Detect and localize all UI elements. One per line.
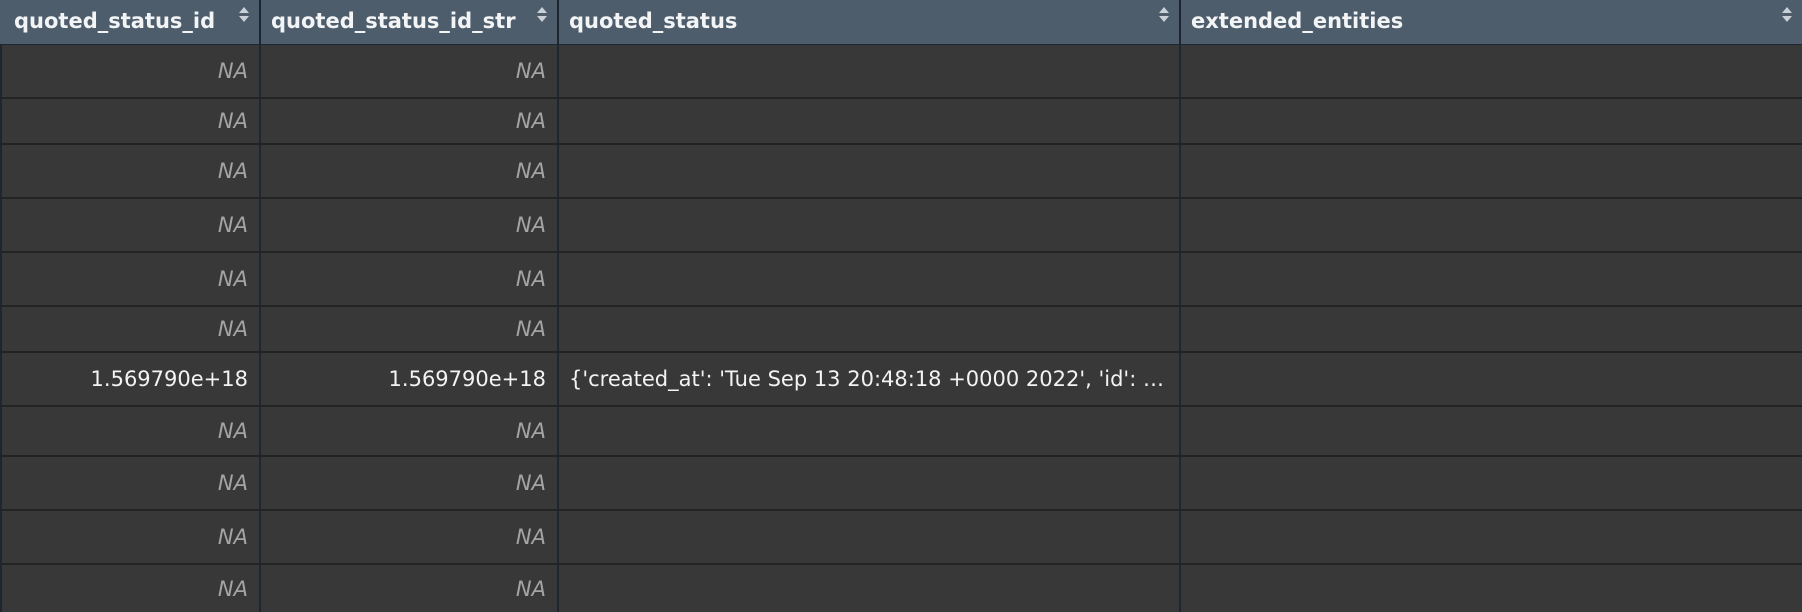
cell-quoted-status-id: NA	[0, 253, 259, 305]
cell-quoted-status-id-str: NA	[259, 253, 557, 305]
cell-quoted-status-id-str: NA	[259, 407, 557, 455]
cell-quoted-status-id-str: NA	[259, 45, 557, 97]
cell-quoted-status-id: NA	[0, 199, 259, 251]
cell-extended-entities	[1179, 511, 1802, 563]
column-header-label: quoted_status	[569, 9, 738, 33]
cell-extended-entities	[1179, 145, 1802, 197]
column-header-label: quoted_status_id_str	[271, 9, 516, 33]
cell-quoted-status-id-str: NA	[259, 457, 557, 509]
sort-icon[interactable]	[1159, 6, 1169, 26]
cell-extended-entities	[1179, 253, 1802, 305]
table-row[interactable]: NA NA	[0, 199, 1802, 253]
data-viewer-table: quoted_status_id quoted_status_id_str qu…	[0, 0, 1802, 612]
cell-quoted-status	[557, 45, 1179, 97]
cell-quoted-status-id: NA	[0, 565, 259, 612]
cell-extended-entities	[1179, 99, 1802, 143]
cell-extended-entities	[1179, 407, 1802, 455]
cell-quoted-status	[557, 407, 1179, 455]
cell-quoted-status-id-str: NA	[259, 565, 557, 612]
cell-quoted-status-id: NA	[0, 307, 259, 351]
cell-quoted-status-id-str: NA	[259, 199, 557, 251]
cell-extended-entities	[1179, 353, 1802, 405]
cell-quoted-status-id-str: NA	[259, 145, 557, 197]
cell-quoted-status-id-str: NA	[259, 99, 557, 143]
table-row[interactable]: NA NA	[0, 565, 1802, 612]
table-row[interactable]: NA NA	[0, 457, 1802, 511]
sort-icon[interactable]	[1782, 6, 1792, 26]
cell-quoted-status-id: NA	[0, 145, 259, 197]
cell-quoted-status-id-str: 1.569790e+18	[259, 353, 557, 405]
cell-extended-entities	[1179, 565, 1802, 612]
table-row[interactable]: NA NA	[0, 307, 1802, 353]
cell-quoted-status-id-str: NA	[259, 307, 557, 351]
cell-quoted-status-id: NA	[0, 99, 259, 143]
table-row[interactable]: NA NA	[0, 145, 1802, 199]
cell-quoted-status-id: 1.569790e+18	[0, 353, 259, 405]
cell-quoted-status	[557, 145, 1179, 197]
sort-icon[interactable]	[239, 6, 249, 26]
column-header-label: extended_entities	[1191, 9, 1404, 33]
cell-quoted-status-id: NA	[0, 45, 259, 97]
table-header: quoted_status_id quoted_status_id_str qu…	[0, 0, 1802, 45]
cell-quoted-status	[557, 307, 1179, 351]
column-header-extended-entities[interactable]: extended_entities	[1179, 0, 1802, 45]
cell-extended-entities	[1179, 199, 1802, 251]
column-header-quoted-status-id-str[interactable]: quoted_status_id_str	[259, 0, 557, 45]
table-row[interactable]: NA NA	[0, 407, 1802, 457]
column-header-label: quoted_status_id	[14, 9, 216, 33]
cell-quoted-status	[557, 253, 1179, 305]
table-row[interactable]: NA NA	[0, 253, 1802, 307]
column-header-quoted-status[interactable]: quoted_status	[557, 0, 1179, 45]
cell-extended-entities	[1179, 457, 1802, 509]
cell-quoted-status	[557, 511, 1179, 563]
cell-quoted-status-id: NA	[0, 457, 259, 509]
cell-extended-entities	[1179, 45, 1802, 97]
table-row[interactable]: NA NA	[0, 45, 1802, 99]
column-header-quoted-status-id[interactable]: quoted_status_id	[0, 0, 259, 45]
cell-extended-entities	[1179, 307, 1802, 351]
table-row[interactable]: 1.569790e+18 1.569790e+18 {'created_at':…	[0, 353, 1802, 407]
cell-quoted-status-id: NA	[0, 511, 259, 563]
cell-quoted-status	[557, 99, 1179, 143]
cell-quoted-status	[557, 565, 1179, 612]
cell-quoted-status	[557, 199, 1179, 251]
cell-quoted-status-id-str: NA	[259, 511, 557, 563]
table-row[interactable]: NA NA	[0, 511, 1802, 565]
table-row[interactable]: NA NA	[0, 99, 1802, 145]
sort-icon[interactable]	[537, 6, 547, 26]
cell-quoted-status: {'created_at': 'Tue Sep 13 20:48:18 +000…	[557, 353, 1179, 405]
cell-quoted-status-id: NA	[0, 407, 259, 455]
cell-quoted-status	[557, 457, 1179, 509]
